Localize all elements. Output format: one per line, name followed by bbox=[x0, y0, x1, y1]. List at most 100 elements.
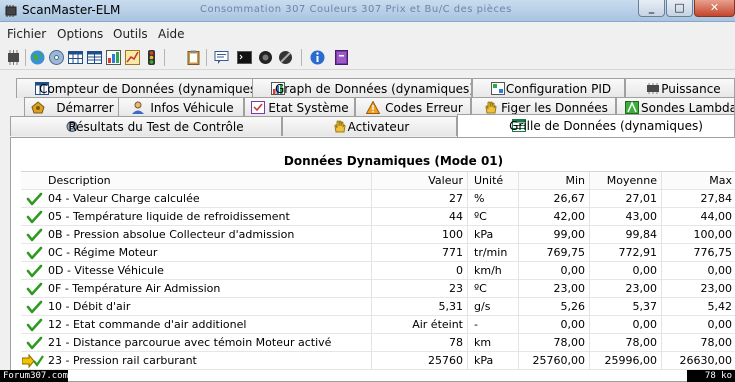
tab-strip: Compteur de Données (dynamiques) Graph d… bbox=[0, 78, 735, 137]
row-description: 0F - Température Air Admission bbox=[48, 282, 221, 295]
maximize-button[interactable]: □ bbox=[666, 0, 693, 17]
row-status-cell bbox=[21, 316, 44, 334]
tab-label: Infos Véhicule bbox=[150, 101, 234, 115]
tab-graph-donnees[interactable]: Graph de Données (dynamiques) bbox=[252, 78, 472, 98]
tab-activateur[interactable]: Activateur bbox=[282, 116, 457, 136]
minimize-button[interactable]: _ bbox=[638, 0, 665, 17]
tab-label: Démarrer bbox=[56, 101, 114, 115]
row-avg: 25996,00 bbox=[589, 352, 661, 370]
close-button[interactable]: ✕ bbox=[694, 0, 735, 17]
window-title: ScanMaster-ELM bbox=[22, 3, 121, 17]
tab-label: Compteur de Données (dynamiques) bbox=[39, 82, 261, 96]
tab-label: Activateur bbox=[347, 120, 410, 134]
header-max[interactable]: Max bbox=[661, 172, 735, 190]
tab-label: Graph de Données (dynamiques) bbox=[275, 82, 472, 96]
row-avg: 0,00 bbox=[589, 316, 661, 334]
header-description[interactable]: Description bbox=[44, 172, 371, 190]
chart-icon[interactable] bbox=[105, 49, 122, 66]
row-description: 0C - Régime Moteur bbox=[48, 246, 158, 259]
table-grid-icon[interactable] bbox=[86, 49, 103, 66]
tab-demarrer[interactable]: Démarrer bbox=[24, 97, 128, 117]
tab-grille-donnees[interactable]: Grille de Données (dynamiques) bbox=[457, 114, 735, 137]
table-row[interactable]: 0D - Vitesse Véhicule 0 km/h 0,00 0,00 0,00 bbox=[21, 262, 735, 280]
menu-aide[interactable]: Aide bbox=[158, 27, 185, 41]
row-avg: 23,00 bbox=[589, 280, 661, 298]
clipboard-icon[interactable] bbox=[185, 49, 202, 66]
row-min: 0,00 bbox=[518, 262, 589, 280]
check-icon bbox=[26, 264, 43, 278]
traffic-light-icon[interactable] bbox=[143, 49, 160, 66]
tab-etat-systeme[interactable]: Etat Système bbox=[244, 97, 355, 117]
tab-puissance[interactable]: Puissance bbox=[625, 78, 735, 98]
tab-infos-vehicule[interactable]: Infos Véhicule bbox=[118, 97, 244, 117]
tab-configuration-pid[interactable]: Configuration PID bbox=[472, 78, 625, 98]
chart-icon[interactable] bbox=[124, 49, 141, 66]
menu-fichier[interactable]: Fichier bbox=[7, 27, 46, 41]
check-icon bbox=[26, 246, 43, 260]
row-max: 78,00 bbox=[661, 334, 735, 352]
record-icon[interactable] bbox=[257, 49, 274, 66]
row-value: Air éteint bbox=[371, 316, 467, 334]
grid-header-row: Description Valeur Unité Min Moyenne Max bbox=[21, 172, 735, 190]
chip-icon[interactable] bbox=[5, 49, 22, 66]
header-value[interactable]: Valeur bbox=[371, 172, 467, 190]
table-row[interactable]: 10 - Débit d'air 5,31 g/s 5,26 5,37 5,42 bbox=[21, 298, 735, 316]
row-max: 100,00 bbox=[661, 226, 735, 244]
chat-icon[interactable] bbox=[213, 49, 230, 66]
row-max: 0,00 bbox=[661, 316, 735, 334]
table-row[interactable]: 23 - Pression rail carburant 25760 kPa 2576… bbox=[21, 352, 735, 370]
header-min[interactable]: Min bbox=[518, 172, 589, 190]
table-row[interactable]: 04 - Valeur Charge calculée 27% 26,67 27,01… bbox=[21, 190, 735, 208]
row-max: 23,00 bbox=[661, 280, 735, 298]
tab-codes-erreur[interactable]: Codes Erreur bbox=[355, 97, 471, 117]
row-avg: 27,01 bbox=[589, 190, 661, 208]
title-bar[interactable]: ScanMaster-ELM Consommation 307 Couleurs… bbox=[0, 0, 735, 22]
row-description: 04 - Valeur Charge calculée bbox=[48, 192, 200, 205]
minimize-icon: _ bbox=[648, 1, 655, 14]
tab-label: Etat Système bbox=[268, 101, 349, 115]
menu-outils[interactable]: Outils bbox=[113, 27, 148, 41]
row-min: 26,67 bbox=[518, 190, 589, 208]
table-row[interactable]: 0B - Pression absolue Collecteur d'admis… bbox=[21, 226, 735, 244]
background-window-title: Consommation 307 Couleurs 307 Prix et Bu… bbox=[200, 4, 512, 15]
tab-compteur-donnees[interactable]: Compteur de Données (dynamiques) bbox=[16, 78, 262, 98]
book-icon[interactable] bbox=[333, 49, 350, 66]
row-value: 23 bbox=[371, 280, 467, 298]
table-row[interactable]: 12 - Etat commande d'air additionel Air é… bbox=[21, 316, 735, 334]
header-avg[interactable]: Moyenne bbox=[589, 172, 661, 190]
row-status-cell bbox=[21, 334, 44, 352]
table-row[interactable]: 0F - Température Air Admission 23 ºC 23,00 2… bbox=[21, 280, 735, 298]
stop-icon[interactable] bbox=[277, 49, 294, 66]
row-status-cell bbox=[21, 298, 44, 316]
row-max: 5,42 bbox=[661, 298, 735, 316]
info-icon[interactable] bbox=[309, 49, 326, 66]
disc-icon[interactable] bbox=[48, 49, 65, 66]
row-value: 78 bbox=[371, 334, 467, 352]
tab-label: Configuration PID bbox=[505, 82, 612, 96]
tab-resultats-test[interactable]: Résultats du Test de Contrôle bbox=[10, 116, 282, 136]
row-description: 0D - Vitesse Véhicule bbox=[48, 264, 164, 277]
row-max: 776,75 bbox=[661, 244, 735, 262]
maximize-icon: □ bbox=[674, 1, 685, 14]
table-row[interactable]: 21 - Distance parcourue avec témoin Mote… bbox=[21, 334, 735, 352]
row-status-cell bbox=[21, 208, 44, 226]
row-unit: ºC bbox=[467, 280, 518, 298]
terminal-icon[interactable] bbox=[236, 49, 253, 66]
row-status-cell bbox=[21, 190, 44, 208]
row-description: 23 - Pression rail carburant bbox=[48, 354, 197, 367]
app-window: ScanMaster-ELM Consommation 307 Couleurs… bbox=[0, 0, 735, 382]
check-icon bbox=[26, 336, 43, 350]
header-unit[interactable]: Unité bbox=[467, 172, 518, 190]
chip-icon bbox=[5, 5, 17, 17]
check-icon bbox=[26, 210, 43, 224]
row-unit: km bbox=[467, 334, 518, 352]
table-row[interactable]: 0C - Régime Moteur 771 tr/min 769,75 772,91 7… bbox=[21, 244, 735, 262]
menu-options[interactable]: Options bbox=[57, 27, 103, 41]
row-avg: 5,37 bbox=[589, 298, 661, 316]
table-row[interactable]: 05 - Température liquide de refroidissem… bbox=[21, 208, 735, 226]
table-icon[interactable] bbox=[67, 49, 84, 66]
row-status-cell bbox=[21, 280, 44, 298]
row-unit: % bbox=[467, 190, 518, 208]
row-status-cell bbox=[21, 244, 44, 262]
globe-icon[interactable] bbox=[29, 49, 46, 66]
